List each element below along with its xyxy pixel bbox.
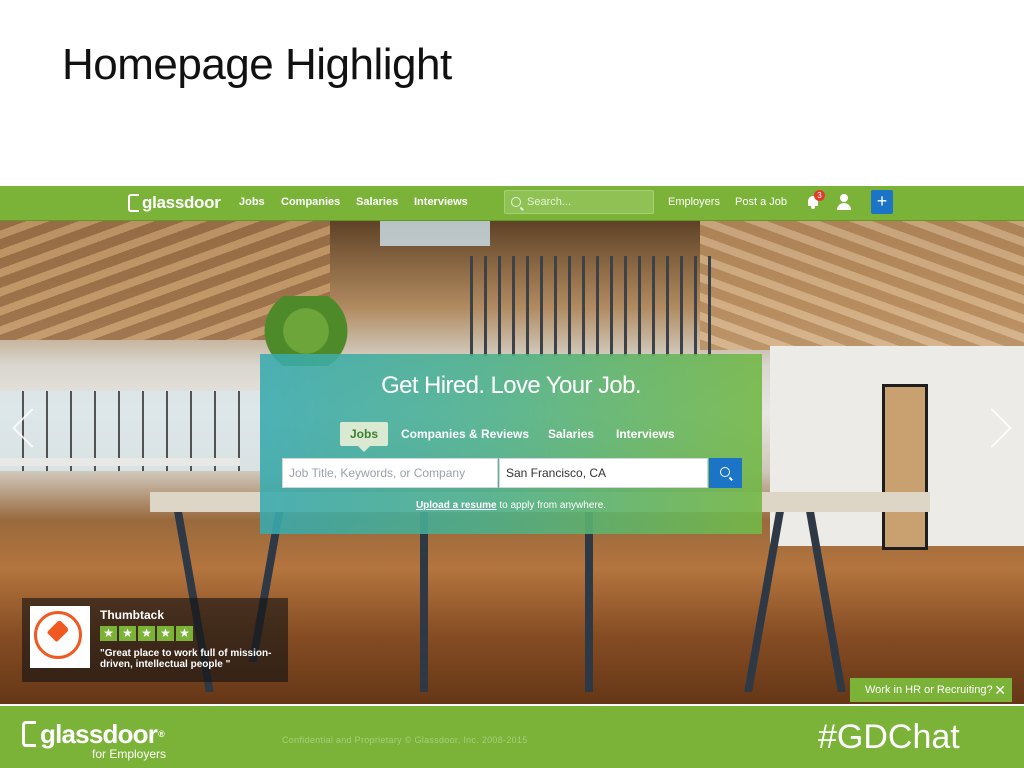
- notification-badge: 3: [814, 190, 825, 201]
- glassdoor-homepage-screenshot: glassdoor Jobs Companies Salaries Interv…: [0, 186, 1024, 704]
- nav-link-post-a-job[interactable]: Post a Job: [735, 196, 787, 208]
- confidential-notice: Confidential and Proprietary © Glassdoor…: [282, 735, 528, 745]
- search-button[interactable]: [709, 458, 742, 488]
- top-nav: glassdoor Jobs Companies Salaries Interv…: [0, 186, 1024, 221]
- hero-headline: Get Hired. Love Your Job.: [381, 372, 641, 399]
- glassdoor-door-icon: [128, 194, 139, 212]
- tab-companies-reviews[interactable]: Companies & Reviews: [401, 422, 529, 446]
- search-icon: [720, 467, 730, 477]
- search-icon: [511, 197, 521, 207]
- desk-area: [0, 458, 240, 568]
- search-row: [282, 458, 742, 488]
- registered-mark: ®: [158, 729, 165, 739]
- staircase-railing: [470, 256, 720, 356]
- footer-tagline: for Employers: [92, 747, 167, 761]
- logo-text: glassdoor: [142, 193, 221, 212]
- hr-recruiting-prompt[interactable]: Work in HR or Recruiting? ✕: [850, 678, 1012, 702]
- keyword-search-input[interactable]: [282, 458, 498, 488]
- star-icon: ★: [100, 626, 117, 641]
- slide-title: Homepage Highlight: [62, 40, 452, 89]
- location-input[interactable]: [499, 458, 708, 488]
- glass-door: [882, 384, 928, 550]
- tab-interviews[interactable]: Interviews: [616, 422, 675, 446]
- employer-name: Thumbtack: [100, 608, 165, 622]
- glassdoor-for-employers-logo: glassdoor ® for Employers: [22, 719, 166, 761]
- star-icon: ★: [119, 626, 136, 641]
- nav-link-employers[interactable]: Employers: [668, 196, 720, 208]
- wood-ceiling-right: [700, 220, 1024, 350]
- thumbtack-logo: [30, 606, 90, 668]
- hero-search-panel: Get Hired. Love Your Job. Jobs Companies…: [260, 354, 762, 534]
- tab-salaries[interactable]: Salaries: [548, 422, 594, 446]
- plus-icon[interactable]: +: [871, 190, 893, 214]
- table-leg: [585, 512, 593, 692]
- nav-link-companies[interactable]: Companies: [281, 196, 340, 208]
- nav-link-salaries[interactable]: Salaries: [356, 196, 398, 208]
- hr-prompt-label: Work in HR or Recruiting?: [865, 684, 993, 696]
- footer-logo-text: glassdoor: [40, 719, 158, 749]
- nav-link-interviews[interactable]: Interviews: [414, 196, 468, 208]
- glassdoor-door-icon: [22, 721, 36, 747]
- user-icon[interactable]: [836, 194, 852, 210]
- star-icon: ★: [176, 626, 193, 641]
- upload-resume-line: Upload a resume to apply from anywhere.: [260, 500, 762, 511]
- slide-footer: glassdoor ® for Employers Confidential an…: [0, 706, 1024, 768]
- tab-jobs[interactable]: Jobs: [340, 422, 389, 452]
- upload-resume-link[interactable]: Upload a resume: [416, 500, 497, 511]
- featured-employer-card[interactable]: Thumbtack ★ ★ ★ ★ ★ "Great place to work…: [22, 598, 288, 682]
- star-icon: ★: [138, 626, 155, 641]
- table-leg: [420, 512, 428, 692]
- hashtag: #GDChat: [818, 718, 960, 756]
- star-rating: ★ ★ ★ ★ ★: [100, 626, 193, 641]
- upload-resume-text: to apply from anywhere.: [496, 500, 607, 511]
- nav-search-input[interactable]: Search...: [504, 190, 654, 214]
- employer-quote: "Great place to work full of mission-dri…: [100, 648, 272, 670]
- skylight: [380, 220, 490, 246]
- star-icon: ★: [157, 626, 174, 641]
- close-icon[interactable]: ✕: [994, 678, 1006, 702]
- nav-link-jobs[interactable]: Jobs: [239, 196, 265, 208]
- nav-search-placeholder: Search...: [527, 196, 572, 208]
- glassdoor-logo[interactable]: glassdoor: [128, 192, 221, 214]
